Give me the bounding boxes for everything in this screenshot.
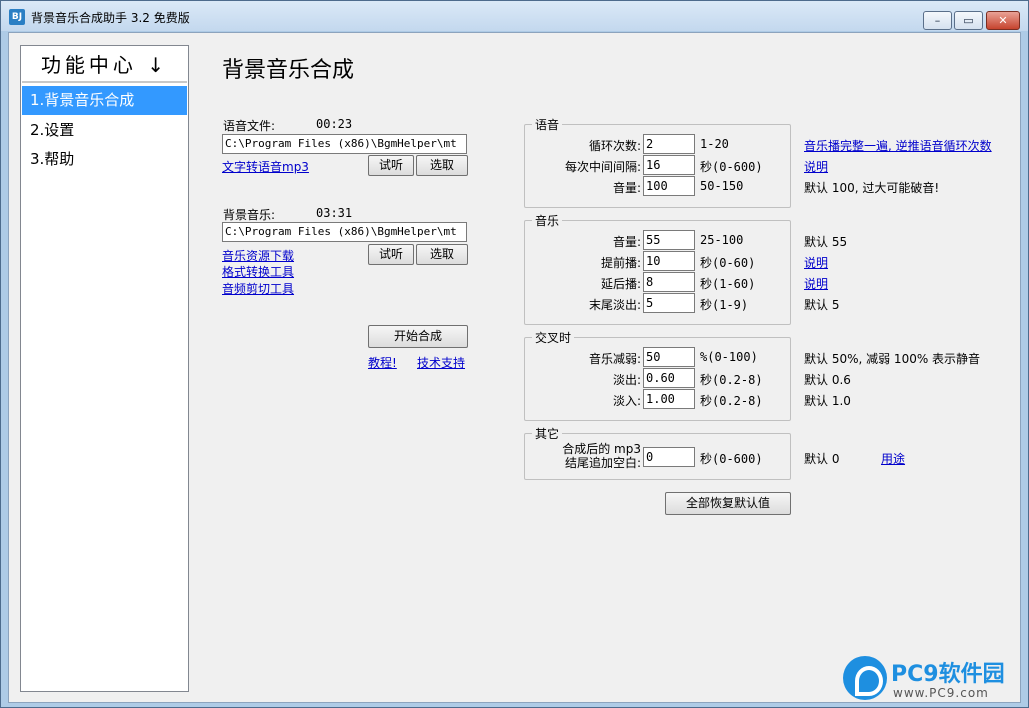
music-choose-button[interactable]: 选取 — [416, 244, 468, 265]
voice-file-duration: 00:23 — [316, 117, 353, 131]
voice-loop-count-label: 循环次数: — [588, 139, 641, 153]
trailing-blank-label-line2: 结尾追加空白: — [564, 456, 641, 470]
sidebar-item-bgm-synthesis[interactable]: 1.背景音乐合成 — [22, 86, 187, 115]
voice-interval-input[interactable]: 16 — [643, 155, 695, 175]
client-area: 功能中心 ↓ 1.背景音乐合成 2.设置 3.帮助 背景音乐合成 语音文件: 0… — [8, 32, 1021, 703]
tutorial-link[interactable]: 教程! — [368, 354, 397, 371]
trailing-blank-input[interactable]: 0 — [643, 447, 695, 467]
pc9-logo-icon — [843, 656, 887, 700]
app-window: BJ 背景音乐合成助手 3.2 免费版 – ▭ ✕ 功能中心 ↓ 1.背景音乐合… — [0, 0, 1029, 708]
music-volume-hint: 25-100 — [700, 233, 744, 247]
music-volume-note: 默认 55 — [804, 235, 848, 249]
reverse-loop-count-link[interactable]: 音乐播完整一遍, 逆推语音循环次数 — [804, 137, 992, 154]
music-resource-download-link[interactable]: 音乐资源下载 — [222, 247, 294, 264]
voice-loop-count-input[interactable]: 2 — [643, 134, 695, 154]
cross-fadein-note: 默认 1.0 — [804, 394, 851, 408]
voice-interval-help-link[interactable]: 说明 — [804, 158, 828, 175]
music-fadeout-note: 默认 5 — [804, 298, 840, 312]
maximize-icon[interactable]: ▭ — [954, 11, 983, 30]
page-title: 背景音乐合成 — [222, 58, 355, 83]
other-group-title: 其它 — [532, 425, 563, 442]
cross-fadeout-input[interactable]: 0.60 — [643, 368, 695, 388]
music-delay-help-link[interactable]: 说明 — [804, 275, 828, 292]
voice-loop-count-hint: 1-20 — [700, 137, 729, 151]
format-convert-tool-link[interactable]: 格式转换工具 — [222, 263, 294, 280]
watermark-brand: PC9软件园 — [891, 662, 1005, 687]
music-volume-input[interactable]: 55 — [643, 230, 695, 250]
audio-cut-tool-link[interactable]: 音频剪切工具 — [222, 280, 294, 297]
close-icon[interactable]: ✕ — [986, 11, 1020, 30]
start-synthesis-button[interactable]: 开始合成 — [368, 325, 468, 348]
sidebar-item-help[interactable]: 3.帮助 — [22, 145, 187, 174]
sidebar: 功能中心 ↓ 1.背景音乐合成 2.设置 3.帮助 — [20, 45, 189, 692]
window-title: 背景音乐合成助手 3.2 免费版 — [31, 11, 190, 25]
music-group-title: 音乐 — [532, 212, 563, 229]
music-fadeout-hint: 秒(1-9) — [700, 298, 749, 312]
music-advance-label: 提前播: — [600, 256, 641, 270]
watermark: PC9软件园 www.PC9.com — [843, 656, 1023, 706]
music-delay-input[interactable]: 8 — [643, 272, 695, 292]
music-reduce-note: 默认 50%, 减弱 100% 表示静音 — [804, 352, 981, 366]
cross-group-title: 交叉时 — [532, 329, 575, 346]
voice-group-title: 语音 — [532, 116, 563, 133]
music-delay-hint: 秒(1-60) — [700, 277, 756, 291]
voice-volume-label: 音量: — [612, 181, 641, 195]
trailing-blank-hint: 秒(0-600) — [700, 452, 763, 466]
voice-choose-button[interactable]: 选取 — [416, 155, 468, 176]
minimize-icon[interactable]: – — [923, 11, 952, 30]
cross-fadein-hint: 秒(0.2-8) — [700, 394, 763, 408]
sidebar-header: 功能中心 ↓ — [22, 47, 187, 83]
reset-defaults-button[interactable]: 全部恢复默认值 — [665, 492, 791, 515]
sidebar-item-settings[interactable]: 2.设置 — [22, 116, 187, 145]
music-advance-hint: 秒(0-60) — [700, 256, 756, 270]
cross-fadeout-note: 默认 0.6 — [804, 373, 851, 387]
music-reduce-label: 音乐减弱: — [588, 352, 641, 366]
trailing-blank-note: 默认 0 — [804, 452, 840, 466]
text-to-speech-link[interactable]: 文字转语音mp3 — [222, 158, 309, 175]
voice-volume-note: 默认 100, 过大可能破音! — [804, 181, 940, 195]
voice-file-label: 语音文件: — [223, 119, 276, 133]
music-fadeout-input[interactable]: 5 — [643, 293, 695, 313]
bg-music-duration: 03:31 — [316, 206, 353, 220]
music-fadeout-label: 末尾淡出: — [588, 298, 641, 312]
music-advance-input[interactable]: 10 — [643, 251, 695, 271]
bg-music-label: 背景音乐: — [223, 208, 276, 222]
music-reduce-hint: %(0-100) — [700, 350, 758, 364]
voice-volume-hint: 50-150 — [700, 179, 744, 193]
voice-listen-button[interactable]: 试听 — [368, 155, 414, 176]
cross-fadeout-hint: 秒(0.2-8) — [700, 373, 763, 387]
title-bar[interactable]: BJ 背景音乐合成助手 3.2 免费版 – ▭ ✕ — [1, 1, 1028, 31]
bg-music-path-input[interactable]: C:\Program Files (x86)\BgmHelper\mt — [222, 222, 467, 242]
watermark-url: www.PC9.com — [893, 686, 989, 700]
voice-interval-hint: 秒(0-600) — [700, 160, 763, 174]
voice-interval-label: 每次中间间隔: — [564, 160, 641, 174]
music-delay-label: 延后播: — [600, 277, 641, 291]
app-icon: BJ — [9, 9, 25, 25]
music-advance-help-link[interactable]: 说明 — [804, 254, 828, 271]
cross-fadein-label: 淡入: — [612, 394, 641, 408]
cross-fadein-input[interactable]: 1.00 — [643, 389, 695, 409]
music-listen-button[interactable]: 试听 — [368, 244, 414, 265]
voice-volume-input[interactable]: 100 — [643, 176, 695, 196]
cross-fadeout-label: 淡出: — [612, 373, 641, 387]
voice-file-path-input[interactable]: C:\Program Files (x86)\BgmHelper\mt — [222, 134, 467, 154]
music-reduce-input[interactable]: 50 — [643, 347, 695, 367]
music-volume-label: 音量: — [612, 235, 641, 249]
trailing-blank-label-line1: 合成后的 mp3 — [562, 442, 641, 456]
trailing-blank-usage-link[interactable]: 用途 — [881, 450, 905, 467]
tech-support-link[interactable]: 技术支持 — [417, 354, 465, 371]
